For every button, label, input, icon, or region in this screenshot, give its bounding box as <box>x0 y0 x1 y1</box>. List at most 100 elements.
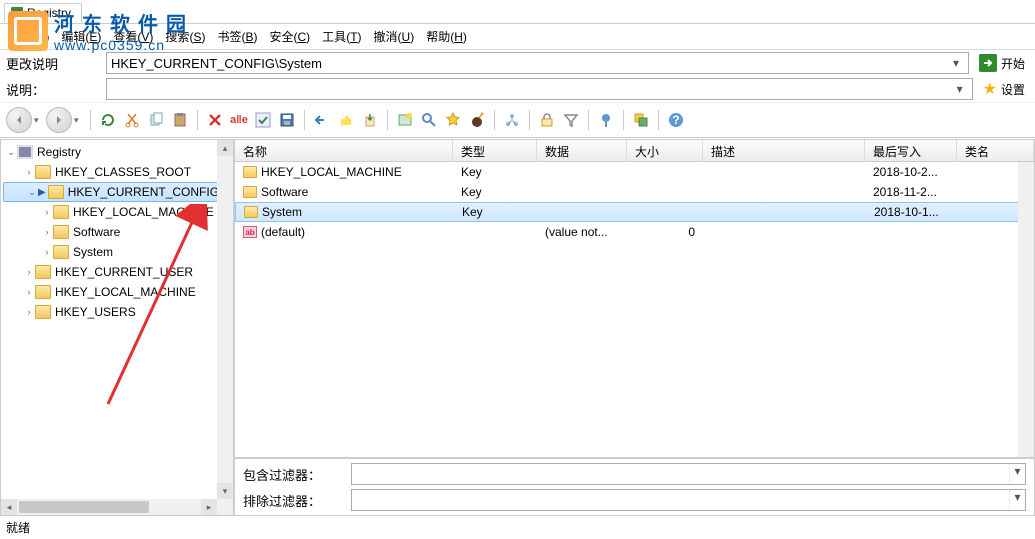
expand-icon[interactable]: › <box>41 207 53 217</box>
tree-item[interactable]: › HKEY_USERS <box>1 302 233 322</box>
bomb-button[interactable] <box>466 109 488 131</box>
folder-icon <box>53 225 69 239</box>
menu-help[interactable]: 帮助(H) <box>426 28 467 45</box>
expand-icon[interactable]: › <box>23 287 35 297</box>
tree-label: HKEY_CURRENT_CONFIG <box>68 185 219 199</box>
expand-icon[interactable]: › <box>41 227 53 237</box>
find-button[interactable] <box>418 109 440 131</box>
filter-button[interactable] <box>560 109 582 131</box>
tree-item[interactable]: ›HKEY_LOCAL_MACHINE <box>1 282 233 302</box>
folder-icon <box>243 186 257 198</box>
cell-lastwrite: 2018-10-1... <box>866 205 958 219</box>
copy-button[interactable] <box>145 109 167 131</box>
tree-item[interactable]: ›HKEY_CLASSES_ROOT <box>1 162 233 182</box>
windows-button[interactable] <box>630 109 652 131</box>
desc-combo[interactable]: ▾ <box>106 78 973 100</box>
tree-root[interactable]: ⌄ Registry <box>1 142 233 162</box>
tree[interactable]: ⌄ Registry ›HKEY_CLASSES_ROOT⌄▶HKEY_CURR… <box>1 140 233 324</box>
col-classname[interactable]: 类名 <box>957 140 1034 161</box>
folder-icon <box>243 166 257 178</box>
menu-security[interactable]: 安全(C) <box>269 28 310 45</box>
refresh-button[interactable] <box>97 109 119 131</box>
permissions-button[interactable] <box>536 109 558 131</box>
include-filter-input[interactable]: ▾ <box>351 463 1026 485</box>
menu-undo[interactable]: 撤消(U) <box>374 28 415 45</box>
col-data[interactable]: 数据 <box>537 140 627 161</box>
tree-item[interactable]: ›Software <box>1 222 233 242</box>
tree-label: System <box>73 245 113 259</box>
col-name[interactable]: 名称 <box>235 140 453 161</box>
export-button[interactable] <box>359 109 381 131</box>
pin-button[interactable] <box>595 109 617 131</box>
cut-button[interactable] <box>121 109 143 131</box>
list-row[interactable]: ab(default) (value not...0 <box>235 222 1034 242</box>
exclude-filter-input[interactable]: ▾ <box>351 489 1026 511</box>
desc-dropdown-icon[interactable]: ▾ <box>952 82 968 96</box>
list-body[interactable]: HKEY_LOCAL_MACHINEKey2018-10-2...Softwar… <box>235 162 1034 242</box>
favorite-button[interactable] <box>442 109 464 131</box>
tree-hscroll[interactable]: ◂▸ <box>1 499 217 515</box>
tree-item[interactable]: ⌄▶HKEY_CURRENT_CONFIG <box>3 182 231 202</box>
list-row[interactable]: SoftwareKey2018-11-2... <box>235 182 1034 202</box>
highlight-button[interactable] <box>335 109 357 131</box>
paste-button[interactable] <box>169 109 191 131</box>
tree-item[interactable]: › System <box>1 242 233 262</box>
col-desc[interactable]: 描述 <box>703 140 865 161</box>
undo-button[interactable] <box>311 109 333 131</box>
registry-icon <box>17 145 33 159</box>
nav-back-button[interactable] <box>6 107 32 133</box>
check-button[interactable] <box>252 109 274 131</box>
expand-icon[interactable]: › <box>23 167 35 177</box>
separator <box>529 110 530 130</box>
list-row[interactable]: HKEY_LOCAL_MACHINEKey2018-10-2... <box>235 162 1034 182</box>
nav-forward-button[interactable] <box>46 107 72 133</box>
expand-icon[interactable]: › <box>23 267 35 277</box>
dropdown-icon[interactable]: ▾ <box>1009 490 1025 510</box>
tree-vscroll[interactable]: ▴▾ <box>217 140 233 499</box>
nav-back-dropdown[interactable]: ▾ <box>34 115 44 126</box>
network-button[interactable] <box>501 109 523 131</box>
desc-input[interactable] <box>111 82 952 97</box>
nav-forward-dropdown[interactable]: ▾ <box>74 115 84 126</box>
tree-item[interactable]: ›HKEY_CURRENT_USER <box>1 262 233 282</box>
status-bar: 就绪 <box>0 516 1035 539</box>
col-size[interactable]: 大小 <box>627 140 703 161</box>
expand-icon[interactable]: ⌄ <box>5 147 17 158</box>
tree-label: HKEY_USERS <box>55 305 136 319</box>
path-combo[interactable]: ▾ <box>106 52 969 74</box>
delete-button[interactable] <box>204 109 226 131</box>
help-button[interactable]: ? <box>665 109 687 131</box>
tree-item[interactable]: ›HKEY_LOCAL_MACHINE <box>1 202 233 222</box>
separator <box>304 110 305 130</box>
go-button[interactable]: 开始 <box>975 54 1029 72</box>
folder-icon <box>35 165 51 179</box>
go-arrow-icon <box>979 54 997 72</box>
folder-icon <box>244 206 258 218</box>
dropdown-icon[interactable]: ▾ <box>1009 464 1025 484</box>
cell-data: (value not... <box>537 225 627 239</box>
folder-icon <box>35 265 51 279</box>
rename-button[interactable]: a‖e <box>228 109 250 131</box>
expand-icon[interactable]: ⌄ <box>26 187 38 198</box>
expand-icon[interactable]: › <box>23 307 35 317</box>
list-row[interactable]: SystemKey2018-10-1... <box>235 202 1034 222</box>
menu-tools[interactable]: 工具(T) <box>322 28 361 45</box>
scroll-corner <box>217 499 233 515</box>
string-value-icon: ab <box>243 226 257 238</box>
list-vscroll[interactable] <box>1018 162 1034 457</box>
expand-icon[interactable]: › <box>41 247 53 257</box>
cell-size: 0 <box>627 225 703 239</box>
cell-lastwrite: 2018-10-2... <box>865 165 957 179</box>
cell-name: ab(default) <box>235 225 453 239</box>
col-type[interactable]: 类型 <box>453 140 537 161</box>
separator <box>387 110 388 130</box>
col-lastwrite[interactable]: 最后写入 <box>865 140 957 161</box>
menu-bookmark[interactable]: 书签(B) <box>217 28 257 45</box>
new-key-button[interactable] <box>394 109 416 131</box>
save-button[interactable] <box>276 109 298 131</box>
settings-button[interactable]: ★ 设置 <box>979 79 1029 99</box>
toolbar: ▾ ▾ a‖e ? <box>0 102 1035 138</box>
path-dropdown-icon[interactable]: ▾ <box>948 56 964 70</box>
path-input[interactable] <box>111 56 948 71</box>
go-label: 开始 <box>1001 55 1025 72</box>
